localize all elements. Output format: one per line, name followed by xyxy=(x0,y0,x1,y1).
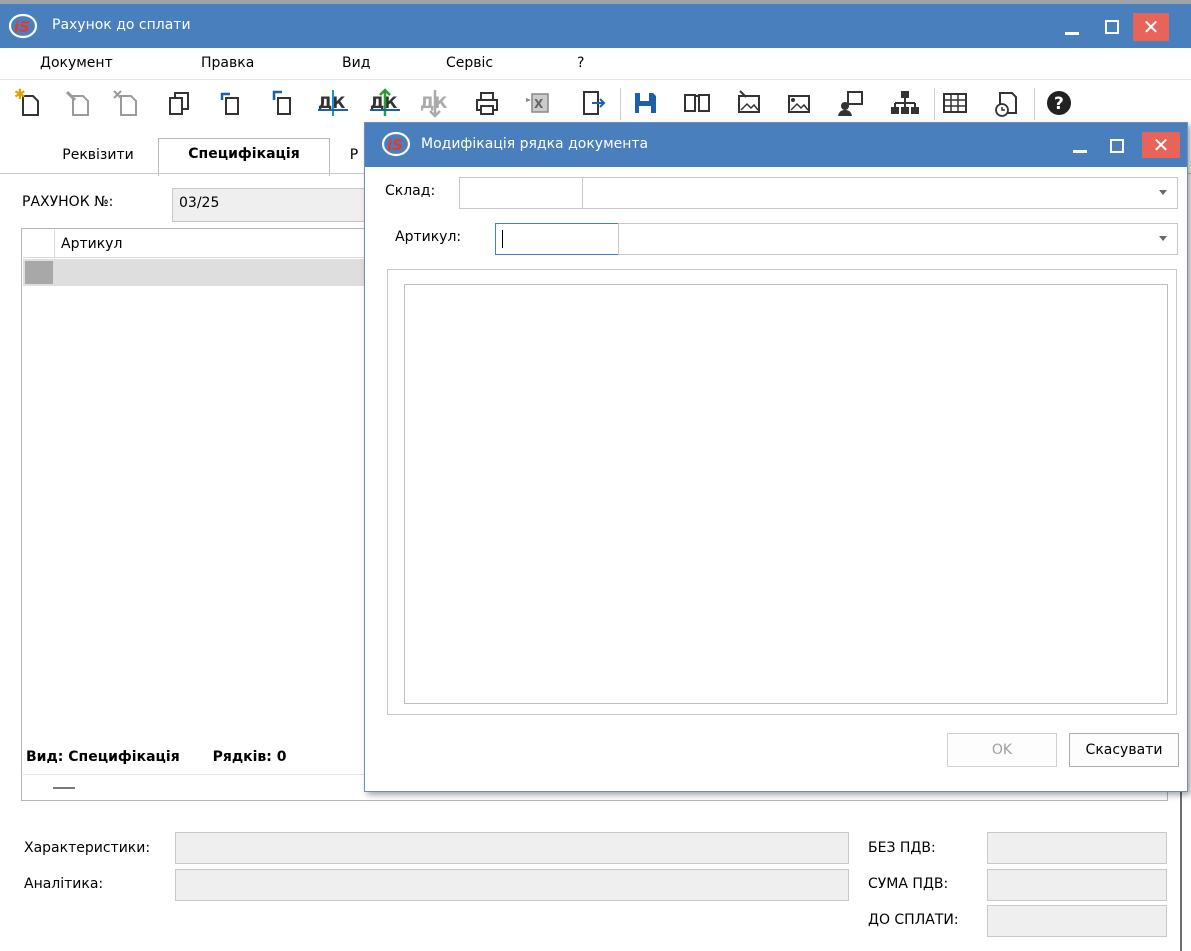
tab-requisites[interactable]: Реквізити xyxy=(48,142,148,175)
dialog-close-button[interactable]: ✕ xyxy=(1142,132,1180,158)
analytics-field[interactable] xyxy=(175,869,849,901)
image-doc-2-icon[interactable] xyxy=(782,86,816,120)
maximize-button[interactable] xyxy=(1092,10,1132,44)
close-icon: ✕ xyxy=(1142,15,1160,39)
excel-icon[interactable]: X xyxy=(522,86,556,120)
dk-icon[interactable]: ДК xyxy=(316,86,350,120)
grid-row-selector-header xyxy=(23,230,55,258)
book-icon[interactable] xyxy=(680,86,714,120)
menu-edit[interactable]: Правка xyxy=(201,55,254,71)
main-titlebar[interactable]: iS Рахунок до сплати ✕ xyxy=(0,4,1191,48)
menu-document[interactable]: Документ xyxy=(40,55,113,71)
doc-forward-icon[interactable] xyxy=(266,86,300,120)
menu-view[interactable]: Вид xyxy=(342,55,370,71)
article-label: Артикул: xyxy=(395,229,462,245)
menu-bar: Документ Правка Вид Сервіс ? xyxy=(0,48,1191,80)
to-pay-field xyxy=(987,905,1167,937)
dialog-minimize-button[interactable] xyxy=(1065,131,1095,161)
minimize-icon xyxy=(1073,150,1087,153)
image-doc-icon[interactable] xyxy=(732,86,766,120)
delete-doc-icon[interactable] xyxy=(110,86,144,120)
warehouse-label: Склад: xyxy=(385,183,436,199)
cancel-button[interactable]: Скасувати xyxy=(1069,733,1179,767)
svg-text:✱: ✱ xyxy=(14,87,26,103)
app-logo-icon: iS xyxy=(381,131,411,157)
grid-status-bar: Вид: Специфікація Рядків: 0 xyxy=(26,749,287,765)
no-vat-field xyxy=(987,832,1167,864)
exit-icon[interactable] xyxy=(576,86,610,120)
scrollbar-thumb[interactable] xyxy=(53,787,75,789)
close-icon: ✕ xyxy=(1152,133,1170,157)
table-icon[interactable] xyxy=(938,86,972,120)
svg-text:?: ? xyxy=(1054,94,1064,114)
tree-icon[interactable] xyxy=(888,86,922,120)
toolbar-separator xyxy=(1034,88,1035,120)
no-vat-label: БЕЗ ПДВ: xyxy=(868,840,936,856)
dialog-titlebar[interactable]: iS Модифікація рядка документа ✕ xyxy=(365,123,1187,167)
view-status: Вид: Специфікація xyxy=(26,749,180,765)
chevron-down-icon[interactable] xyxy=(1159,190,1167,195)
vat-sum-field xyxy=(987,869,1167,901)
column-article-header[interactable]: Артикул xyxy=(61,236,122,252)
help-icon[interactable]: ? xyxy=(1042,86,1076,120)
dialog-maximize-button[interactable] xyxy=(1102,131,1132,161)
doc-back-icon[interactable] xyxy=(214,86,248,120)
warehouse-name-dropdown[interactable] xyxy=(582,177,1178,209)
toolbar-separator xyxy=(620,88,621,120)
row-selector[interactable] xyxy=(25,261,53,284)
ok-button[interactable]: OK xyxy=(947,733,1057,767)
article-code-input[interactable] xyxy=(495,223,619,255)
vat-sum-label: СУМА ПДВ: xyxy=(868,876,949,892)
save-icon[interactable] xyxy=(628,86,662,120)
tab-specification[interactable]: Специфікація xyxy=(158,138,330,176)
users-icon[interactable] xyxy=(834,86,868,120)
modify-row-dialog: iS Модифікація рядка документа ✕ Склад: … xyxy=(364,122,1188,792)
article-name-dropdown[interactable] xyxy=(618,223,1178,255)
dialog-content-panel xyxy=(387,269,1177,715)
text-caret xyxy=(502,230,503,248)
characteristics-field[interactable] xyxy=(175,832,849,864)
tab-other[interactable]: Р xyxy=(342,142,366,175)
app-logo-icon: iS xyxy=(8,13,38,39)
toolbar: ✱ ДК ДК ДК X ? xyxy=(0,80,1191,126)
maximize-icon xyxy=(1105,20,1119,34)
close-button[interactable]: ✕ xyxy=(1133,13,1169,41)
svg-text:ДК: ДК xyxy=(420,93,447,112)
edit-doc-icon[interactable] xyxy=(62,86,96,120)
to-pay-label: ДО СПЛАТИ: xyxy=(868,912,959,928)
svg-text:X: X xyxy=(534,97,544,111)
warehouse-code-field[interactable] xyxy=(459,177,583,209)
analytics-label: Аналітика: xyxy=(24,876,104,892)
dialog-title: Модифікація рядка документа xyxy=(421,136,649,152)
chevron-down-icon[interactable] xyxy=(1159,236,1167,241)
copy-doc-icon[interactable] xyxy=(162,86,196,120)
print-icon[interactable] xyxy=(470,86,504,120)
menu-help[interactable]: ? xyxy=(577,55,584,71)
invoice-number-label: РАХУНОК №: xyxy=(22,194,114,210)
dialog-inner-panel xyxy=(404,284,1168,704)
toolbar-separator xyxy=(934,88,935,120)
maximize-icon xyxy=(1110,139,1124,153)
rows-count: Рядків: 0 xyxy=(212,749,287,765)
new-doc-icon[interactable]: ✱ xyxy=(12,86,46,120)
characteristics-label: Характеристики: xyxy=(24,840,151,856)
svg-text:iS: iS xyxy=(14,18,30,36)
invoice-number-field[interactable]: 03/25 xyxy=(172,188,372,222)
menu-service[interactable]: Сервіс xyxy=(446,55,493,71)
minimize-icon xyxy=(1065,31,1079,35)
minimize-button[interactable] xyxy=(1052,10,1092,44)
dk-up-icon[interactable]: ДК xyxy=(368,86,402,120)
dk-down-icon[interactable]: ДК xyxy=(418,86,452,120)
svg-text:iS: iS xyxy=(387,136,403,154)
history-icon[interactable] xyxy=(990,86,1024,120)
main-window-title: Рахунок до сплати xyxy=(52,17,191,33)
